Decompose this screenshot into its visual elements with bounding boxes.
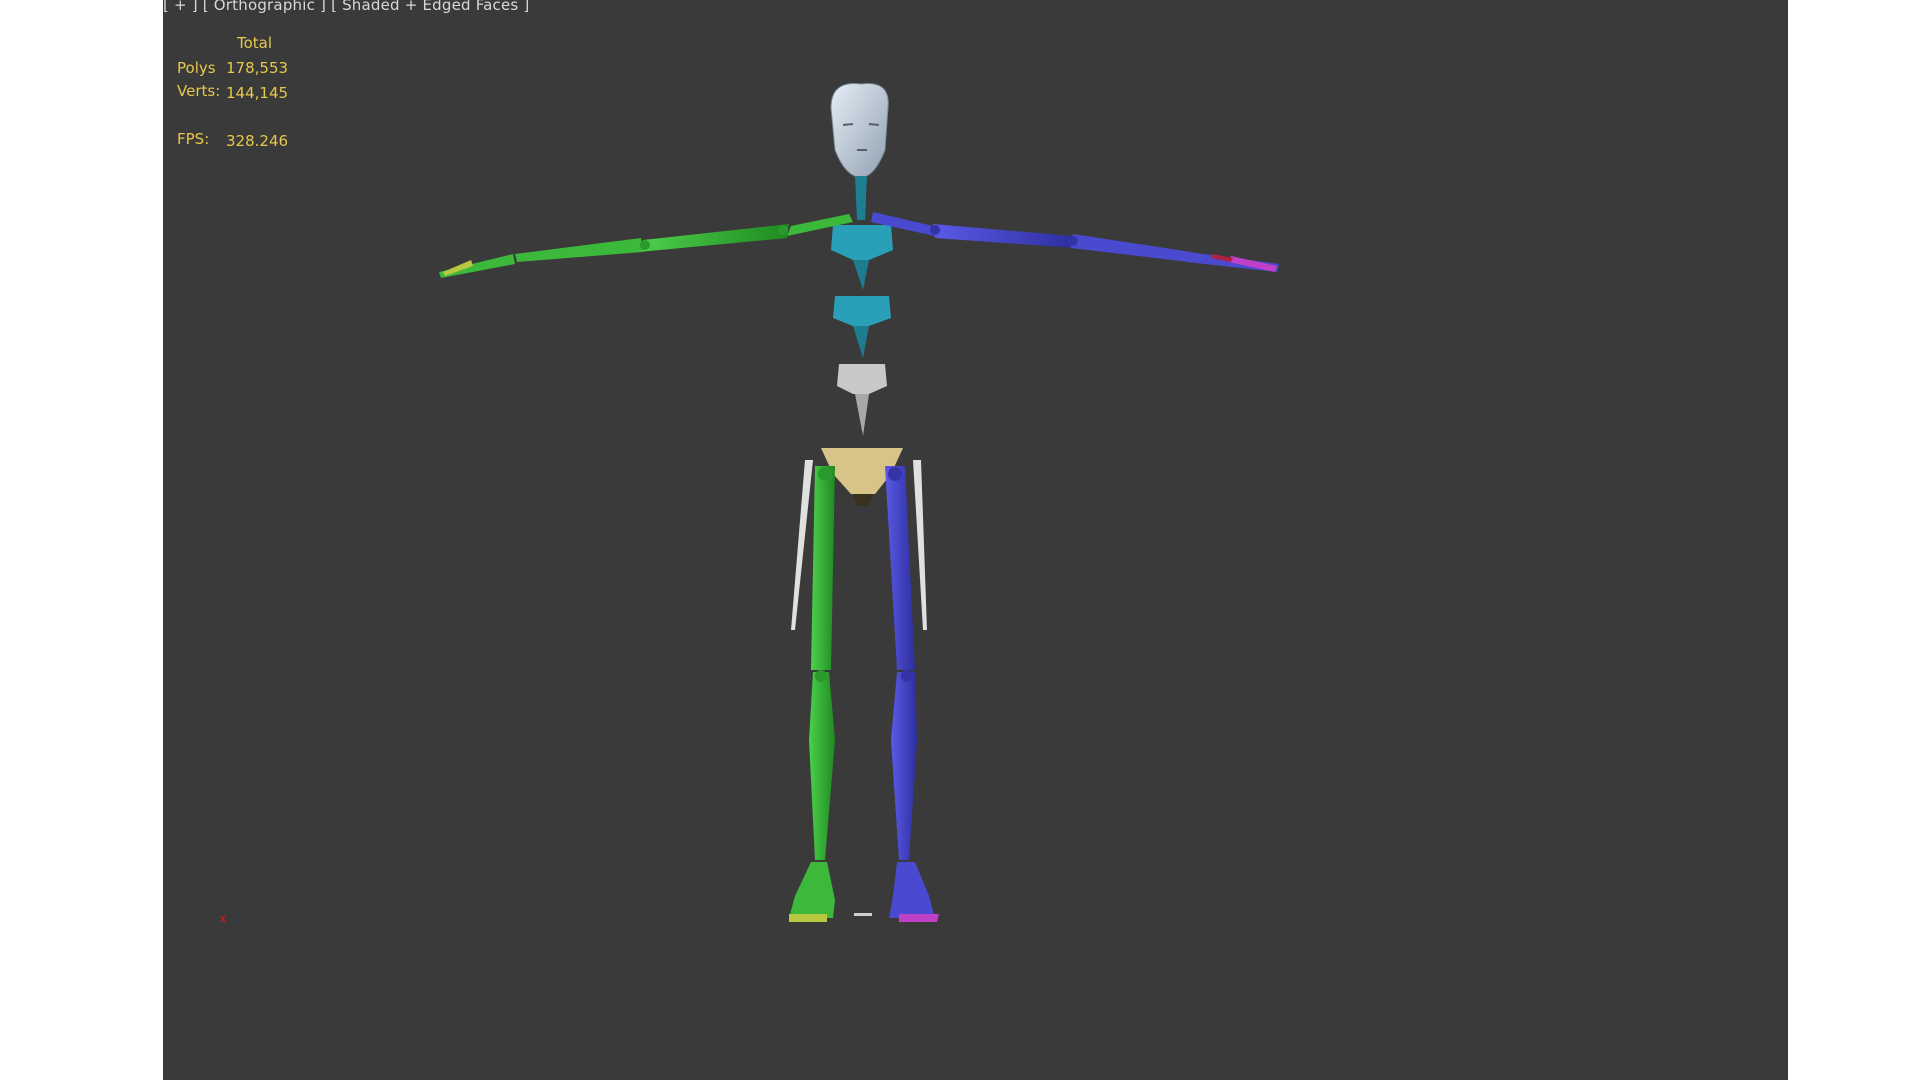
bone-spine-middle[interactable] bbox=[833, 296, 891, 358]
bone-right-thigh[interactable] bbox=[885, 460, 927, 670]
bone-neck[interactable] bbox=[855, 176, 867, 220]
bone-left-calf[interactable] bbox=[809, 670, 835, 860]
root-marker bbox=[854, 913, 872, 916]
bone-right-calf[interactable] bbox=[891, 670, 917, 860]
bone-left-thigh[interactable] bbox=[791, 460, 835, 670]
bone-spine-lower[interactable] bbox=[837, 364, 887, 436]
bone-right-forearm[interactable] bbox=[1068, 234, 1191, 262]
axis-tripod-icon bbox=[220, 915, 226, 923]
bone-right-foot[interactable] bbox=[889, 862, 939, 922]
bone-left-upperarm[interactable] bbox=[639, 224, 789, 252]
bone-left-hand[interactable] bbox=[439, 254, 515, 278]
bone-right-upperarm[interactable] bbox=[930, 224, 1075, 248]
bone-right-hand[interactable] bbox=[1187, 252, 1279, 272]
orthographic-viewport[interactable]: [ + ] [ Orthographic ] [ Shaded + Edged … bbox=[163, 0, 1788, 1080]
skeleton-scene[interactable] bbox=[163, 0, 1788, 1080]
bone-left-forearm[interactable] bbox=[515, 238, 650, 262]
bone-spine-upper[interactable] bbox=[831, 225, 893, 290]
bone-head[interactable] bbox=[830, 83, 889, 179]
bone-left-foot[interactable] bbox=[789, 862, 835, 922]
